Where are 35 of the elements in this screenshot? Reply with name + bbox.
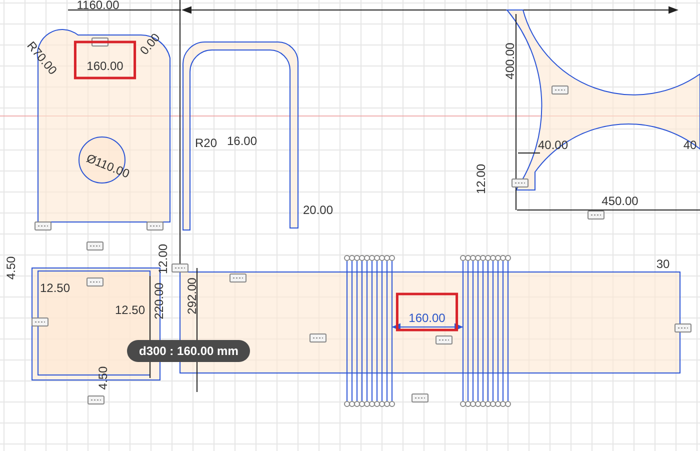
dimension-value[interactable]: 160.00 xyxy=(86,59,124,73)
constraint-icon xyxy=(436,336,452,344)
constraint-icon xyxy=(230,274,246,282)
dimension-value[interactable]: 292.00 xyxy=(185,278,199,314)
dimension-value[interactable]: R20 xyxy=(195,136,217,150)
dimension-value[interactable]: 12.50 xyxy=(114,303,146,317)
constraint-icon xyxy=(146,222,164,230)
dimension-value[interactable]: 12.50 xyxy=(40,281,70,295)
constraint-icon xyxy=(34,222,52,230)
dimension-arrow xyxy=(392,323,464,331)
constraint-icon xyxy=(588,210,604,220)
dimension-value[interactable]: 20.00 xyxy=(302,203,334,217)
dimension-value[interactable]: 40 xyxy=(683,138,697,152)
dimension-tooltip: d300 : 160.00 mm xyxy=(127,340,250,362)
constraint-icon xyxy=(86,278,104,286)
constraint-icon xyxy=(412,394,428,402)
constraint-icon xyxy=(86,242,104,250)
dimension-value[interactable]: 12.00 xyxy=(474,164,488,194)
dimension-value[interactable]: 4.50 xyxy=(4,256,18,280)
constraint-icon xyxy=(88,396,104,404)
constraint-icon xyxy=(172,264,188,272)
constraint-icon xyxy=(674,324,692,332)
constraint-icon xyxy=(512,178,528,188)
dimension-value[interactable]: 450.00 xyxy=(602,194,638,208)
dimension-value[interactable]: 160.00 xyxy=(408,311,446,325)
dimension-value[interactable]: 1160.00 xyxy=(76,0,120,12)
constraint-icon xyxy=(310,334,326,342)
dimension-value[interactable]: 220.00 xyxy=(152,282,166,320)
dimension-value[interactable]: 12.00 xyxy=(156,244,170,274)
dimension-value[interactable]: 16.00 xyxy=(226,134,258,148)
constraint-icon xyxy=(552,86,568,94)
dimension-value[interactable]: 4.50 xyxy=(96,366,110,390)
constraint-icon xyxy=(32,318,48,326)
dimension-value[interactable]: 400.00 xyxy=(503,42,517,80)
dimension-value[interactable]: 30 xyxy=(656,257,670,271)
